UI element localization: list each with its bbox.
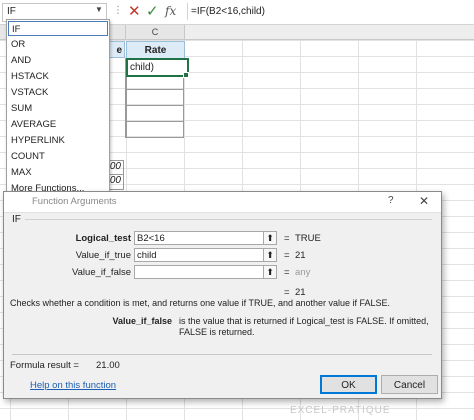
autocomplete-item-if[interactable]: IF — [8, 21, 108, 36]
cancel-button[interactable]: Cancel — [381, 375, 438, 394]
enter-check-icon[interactable]: ✓ — [146, 2, 159, 20]
rate-cell-6[interactable] — [126, 122, 184, 138]
dialog-separator — [12, 354, 432, 355]
help-icon[interactable]: ? — [388, 195, 394, 206]
autocomplete-item-or[interactable]: OR — [8, 37, 108, 52]
insert-function-icon[interactable]: fx — [165, 4, 176, 18]
column-header-rest — [185, 25, 474, 40]
cancel-icon[interactable]: ✕ — [128, 2, 141, 20]
collapse-dialog-icon[interactable]: ⬆ — [263, 248, 277, 262]
fill-handle[interactable] — [183, 72, 189, 78]
watermark: EXCEL-PRATIQUE — [290, 405, 391, 416]
autocomplete-item-hyperlink[interactable]: HYPERLINK — [8, 133, 108, 148]
arg-input-logical-test[interactable]: B2<16 — [134, 231, 264, 245]
active-cell[interactable]: child) — [126, 58, 189, 77]
function-name: IF — [12, 214, 25, 225]
arg-description-text: is the value that is returned if Logical… — [179, 316, 429, 337]
dialog-titlebar[interactable]: Function Arguments ? ✕ — [4, 192, 441, 213]
autocomplete-item-and[interactable]: AND — [8, 53, 108, 68]
close-icon[interactable]: ✕ — [419, 194, 429, 208]
group-divider — [12, 219, 432, 220]
dialog-title: Function Arguments — [32, 196, 117, 207]
drag-handle-icon[interactable]: ⋮ — [113, 5, 123, 16]
arg-input-value-if-true[interactable]: child — [134, 248, 264, 262]
arg-label-logical-test: Logical_test — [75, 233, 131, 244]
result-equals: = — [284, 287, 290, 298]
chevron-down-icon[interactable]: ▼ — [95, 5, 103, 14]
arg-result-value-if-false: any — [295, 267, 311, 278]
autocomplete-item-vstack[interactable]: VSTACK — [8, 85, 108, 100]
autocomplete-item-max[interactable]: MAX — [8, 165, 108, 180]
collapse-dialog-icon[interactable]: ⬆ — [263, 231, 277, 245]
formula-result-value: 21.00 — [96, 360, 120, 371]
column-header-c[interactable]: C — [126, 25, 185, 40]
rate-cell-5[interactable] — [126, 106, 184, 122]
collapse-dialog-icon[interactable]: ⬆ — [263, 265, 277, 279]
function-description: Checks whether a condition is met, and r… — [10, 298, 391, 308]
formula-input[interactable]: =IF(B2<16,child) — [187, 3, 474, 20]
arg-description-name: Value_if_false — [112, 316, 172, 326]
autocomplete-item-count[interactable]: COUNT — [8, 149, 108, 164]
autocomplete-item-average[interactable]: AVERAGE — [8, 117, 108, 132]
formula-result-label: Formula result = — [10, 360, 79, 371]
help-on-function-link[interactable]: Help on this function — [30, 380, 116, 391]
arg-label-value-if-false: Value_if_false — [72, 267, 131, 278]
arg-result-value-if-true: 21 — [295, 250, 306, 261]
arg-equals: = — [284, 267, 290, 278]
arg-result-logical-test: TRUE — [295, 233, 321, 244]
rate-cell-4[interactable] — [126, 90, 184, 106]
autocomplete-item-hstack[interactable]: HSTACK — [8, 69, 108, 84]
arg-equals: = — [284, 250, 290, 261]
ok-button[interactable]: OK — [320, 375, 377, 394]
arg-equals: = — [284, 233, 290, 244]
arg-input-value-if-false[interactable] — [134, 265, 264, 279]
name-box-value: IF — [7, 6, 16, 17]
arg-label-value-if-true: Value_if_true — [75, 250, 131, 261]
overall-result: 21 — [295, 287, 306, 298]
autocomplete-item-sum[interactable]: SUM — [8, 101, 108, 116]
function-arguments-dialog: Function Arguments ? ✕ IF Logical_test B… — [3, 191, 442, 399]
function-autocomplete-list: IF OR AND HSTACK VSTACK SUM AVERAGE HYPE… — [6, 19, 110, 197]
